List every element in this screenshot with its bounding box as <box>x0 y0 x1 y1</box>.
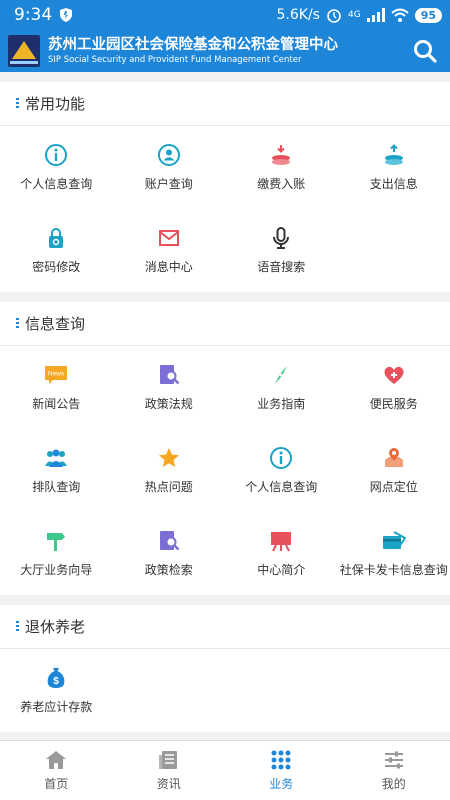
queue-icon <box>45 449 68 467</box>
news-list-icon <box>158 751 177 769</box>
tab-home[interactable]: 首页 <box>0 741 113 800</box>
settings-sliders-icon <box>384 751 403 769</box>
withdraw-icon <box>384 144 403 165</box>
section-info-query: 信息查询 News 新闻公告 政策法规 业务指南 便民服务 排队查询 热点问题 … <box>0 302 450 595</box>
deposit-icon <box>272 145 291 165</box>
menu-item-expense-info[interactable]: 支出信息 <box>338 126 450 209</box>
menu-item-account-query[interactable]: 账户查询 <box>113 126 226 209</box>
menu-item-branch-location[interactable]: 网点定位 <box>338 429 450 512</box>
grid-icon <box>271 750 291 770</box>
menu-item-hall-guide[interactable]: 大厅业务向导 <box>0 512 113 595</box>
currency-symbol: $ <box>53 676 59 687</box>
alarm-icon <box>327 9 341 23</box>
menu-item-pension-deposit[interactable]: $ 养老应计存款 <box>0 649 113 732</box>
menu-item-business-guide[interactable]: 业务指南 <box>225 346 338 429</box>
policy-search-icon <box>159 531 180 551</box>
content-area[interactable]: 常用功能 个人信息查询 账户查询 缴费入账 支出信息 密码修改 消息中心 语音搜… <box>0 72 450 740</box>
menu-item-deposit[interactable]: 缴费入账 <box>225 126 338 209</box>
menu-item-voice-search[interactable]: 语音搜索 <box>225 209 338 292</box>
signpost-icon <box>47 533 66 551</box>
menu-item-queue-query[interactable]: 排队查询 <box>0 429 113 512</box>
menu-item-policy-search[interactable]: 政策检索 <box>113 512 226 595</box>
page-subtitle: SIP Social Security and Provident Fund M… <box>48 55 302 65</box>
shield-icon <box>60 8 73 22</box>
status-bar: 9:34 5.6K/s 4G 95 <box>0 0 450 30</box>
news-icon: News <box>45 366 68 384</box>
app-header: 苏州工业园区社会保险基金和公积金管理中心 SIP Social Security… <box>0 30 450 72</box>
wifi-icon <box>391 8 409 22</box>
center-logo <box>8 35 40 67</box>
star-icon <box>158 448 179 467</box>
home-icon <box>46 751 67 769</box>
battery-level: 95 <box>414 7 442 23</box>
page-title: 苏州工业园区社会保险基金和公积金管理中心 <box>48 37 338 53</box>
network-speed: 5.6K/s <box>276 7 320 23</box>
menu-item-center-intro[interactable]: 中心简介 <box>225 512 338 595</box>
tab-mine[interactable]: 我的 <box>338 741 450 800</box>
menu-item-message-center[interactable]: 消息中心 <box>113 209 226 292</box>
board-icon <box>271 532 292 552</box>
section-title: 常用功能 <box>25 95 86 113</box>
tab-news[interactable]: 资讯 <box>113 741 226 800</box>
info-icon <box>45 144 68 166</box>
menu-item-personal-info-2[interactable]: 个人信息查询 <box>225 429 338 512</box>
menu-item-hot-questions[interactable]: 热点问题 <box>113 429 226 512</box>
network-type: 4G <box>347 10 361 20</box>
search-icon[interactable] <box>412 38 438 64</box>
menu-item-news[interactable]: News 新闻公告 <box>0 346 113 429</box>
heart-icon <box>384 366 404 384</box>
lock-icon <box>49 228 64 248</box>
policy-search-icon <box>159 365 180 385</box>
money-bag-icon: $ <box>47 668 65 688</box>
menu-item-policy-regulations[interactable]: 政策法规 <box>113 346 226 429</box>
menu-item-public-service[interactable]: 便民服务 <box>338 346 450 429</box>
compass-icon <box>275 366 288 384</box>
tab-business[interactable]: 业务 <box>225 741 338 800</box>
mic-icon <box>273 227 290 249</box>
section-retirement: 退休养老 $ 养老应计存款 <box>0 605 450 732</box>
menu-item-personal-info[interactable]: 个人信息查询 <box>0 126 113 209</box>
section-title: 退休养老 <box>25 618 86 636</box>
news-badge: News <box>48 371 65 378</box>
user-icon <box>157 144 180 166</box>
bottom-tab-bar: 首页 资讯 业务 我的 <box>0 740 450 800</box>
mail-icon <box>158 230 179 246</box>
section-common-functions: 常用功能 个人信息查询 账户查询 缴费入账 支出信息 密码修改 消息中心 语音搜… <box>0 82 450 292</box>
menu-item-password-change[interactable]: 密码修改 <box>0 209 113 292</box>
location-icon <box>384 448 403 467</box>
status-time: 9:34 <box>14 5 53 25</box>
info-icon <box>270 447 293 469</box>
card-icon <box>382 531 406 549</box>
section-title: 信息查询 <box>25 315 86 333</box>
menu-item-card-issue-query[interactable]: 社保卡发卡信息查询 <box>338 512 450 595</box>
signal-icon <box>366 8 385 22</box>
